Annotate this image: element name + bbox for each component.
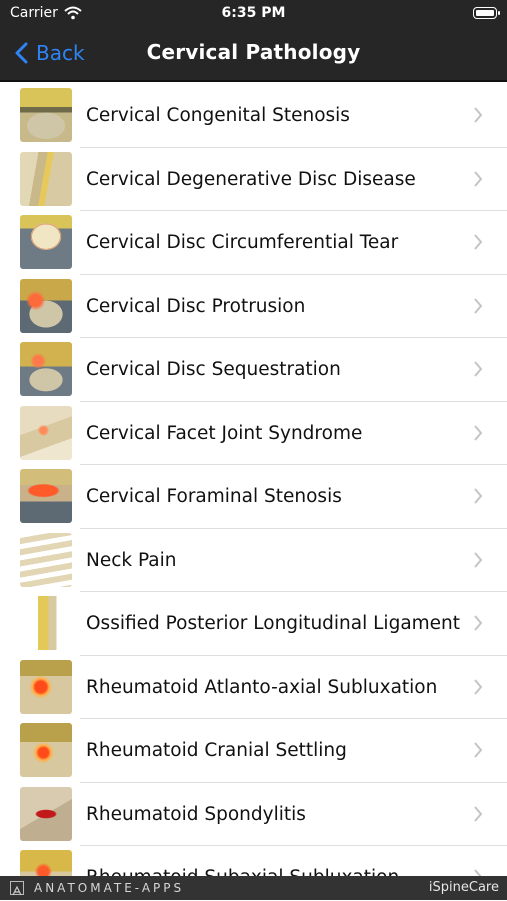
facet-joint-thumbnail bbox=[20, 405, 72, 460]
disc-sequestration-thumbnail bbox=[20, 342, 72, 396]
status-time: 6:35 PM bbox=[221, 5, 286, 21]
cranial-settling-thumbnail bbox=[20, 723, 72, 777]
list-item[interactable]: Rheumatoid Spondylitis bbox=[0, 783, 507, 846]
chevron-right-icon bbox=[474, 297, 483, 314]
list-item[interactable]: Neck Pain bbox=[0, 529, 507, 592]
list-item[interactable]: Rheumatoid Subaxial Subluxation bbox=[0, 846, 507, 876]
page-title: Cervical Pathology bbox=[146, 40, 361, 64]
list-item[interactable]: Cervical Degenerative Disc Disease bbox=[0, 148, 507, 211]
chevron-right-icon bbox=[474, 869, 482, 876]
list-item-label: Cervical Disc Circumferential Tear bbox=[86, 232, 399, 253]
chevron-right-icon bbox=[474, 678, 483, 695]
list-item-label: Cervical Degenerative Disc Disease bbox=[86, 168, 416, 190]
list-item-label: Cervical Disc Sequestration bbox=[86, 359, 341, 380]
cervical-spine-thumbnail bbox=[20, 532, 72, 587]
anatomate-logo-icon bbox=[10, 881, 24, 896]
list-item-label: Rheumatoid Spondylitis bbox=[86, 803, 306, 825]
spine-ligament-thumbnail bbox=[20, 596, 72, 650]
chevron-right-icon bbox=[474, 551, 483, 568]
chevron-right-icon bbox=[474, 234, 483, 250]
list-item[interactable]: Rheumatoid Cranial Settling bbox=[0, 719, 507, 783]
list-item[interactable]: Rheumatoid Atlanto-axial Subluxation bbox=[0, 656, 507, 719]
chevron-right-icon bbox=[474, 488, 483, 504]
list-item-label: Neck Pain bbox=[86, 549, 177, 571]
chevron-right-icon bbox=[474, 615, 483, 631]
spine-lateral-thumbnail bbox=[20, 151, 72, 206]
list-item-label: Ossified Posterior Longitudinal Ligament bbox=[86, 613, 461, 634]
list-item-label: Rheumatoid Subaxial Subluxation bbox=[86, 846, 399, 876]
list-item-label: Cervical Disc Protrusion bbox=[86, 295, 306, 317]
list-item-label: Rheumatoid Atlanto-axial Subluxation bbox=[86, 676, 438, 698]
list-item-label: Cervical Congenital Stenosis bbox=[86, 105, 350, 126]
list-item[interactable]: Ossified Posterior Longitudinal Ligament bbox=[0, 592, 507, 656]
atlanto-axial-thumbnail bbox=[20, 659, 72, 714]
list-item[interactable]: Cervical Foraminal Stenosis bbox=[0, 465, 507, 529]
chevron-right-icon bbox=[474, 805, 483, 822]
pathology-list: Cervical Congenital Stenosis Cervical De… bbox=[0, 84, 507, 876]
list-item[interactable]: Cervical Disc Circumferential Tear bbox=[0, 211, 507, 275]
brand-label: ANATOMATE-APPS bbox=[34, 881, 185, 895]
list-item[interactable]: Cervical Congenital Stenosis bbox=[0, 84, 507, 148]
status-bar: Carrier 6:35 PM bbox=[0, 0, 507, 28]
chevron-right-icon bbox=[474, 742, 483, 758]
app-name: iSpineCare bbox=[428, 880, 499, 895]
list-item-label: Cervical Facet Joint Syndrome bbox=[86, 422, 363, 444]
chevron-right-icon bbox=[474, 107, 483, 123]
list-item-label: Cervical Foraminal Stenosis bbox=[86, 486, 342, 507]
foraminal-stenosis-thumbnail bbox=[20, 469, 72, 523]
disc-protrusion-thumbnail bbox=[20, 278, 72, 333]
spondylitis-thumbnail bbox=[20, 786, 72, 841]
list-item[interactable]: Cervical Disc Sequestration bbox=[0, 338, 507, 402]
battery-icon bbox=[473, 7, 500, 19]
footer-bar: ANATOMATE-APPS iSpineCare bbox=[0, 876, 507, 900]
navigation-bar: Back Cervical Pathology bbox=[0, 28, 507, 82]
list-item-label: Rheumatoid Cranial Settling bbox=[86, 740, 347, 761]
chevron-right-icon bbox=[474, 424, 483, 441]
list-item[interactable]: Cervical Facet Joint Syndrome bbox=[0, 402, 507, 465]
chevron-right-icon bbox=[474, 170, 483, 187]
subaxial-thumbnail bbox=[20, 850, 72, 876]
chevron-right-icon bbox=[474, 361, 483, 377]
vertebra-axial-thumbnail bbox=[20, 88, 72, 142]
list-item[interactable]: Cervical Disc Protrusion bbox=[0, 275, 507, 338]
disc-axial-thumbnail bbox=[20, 215, 72, 269]
